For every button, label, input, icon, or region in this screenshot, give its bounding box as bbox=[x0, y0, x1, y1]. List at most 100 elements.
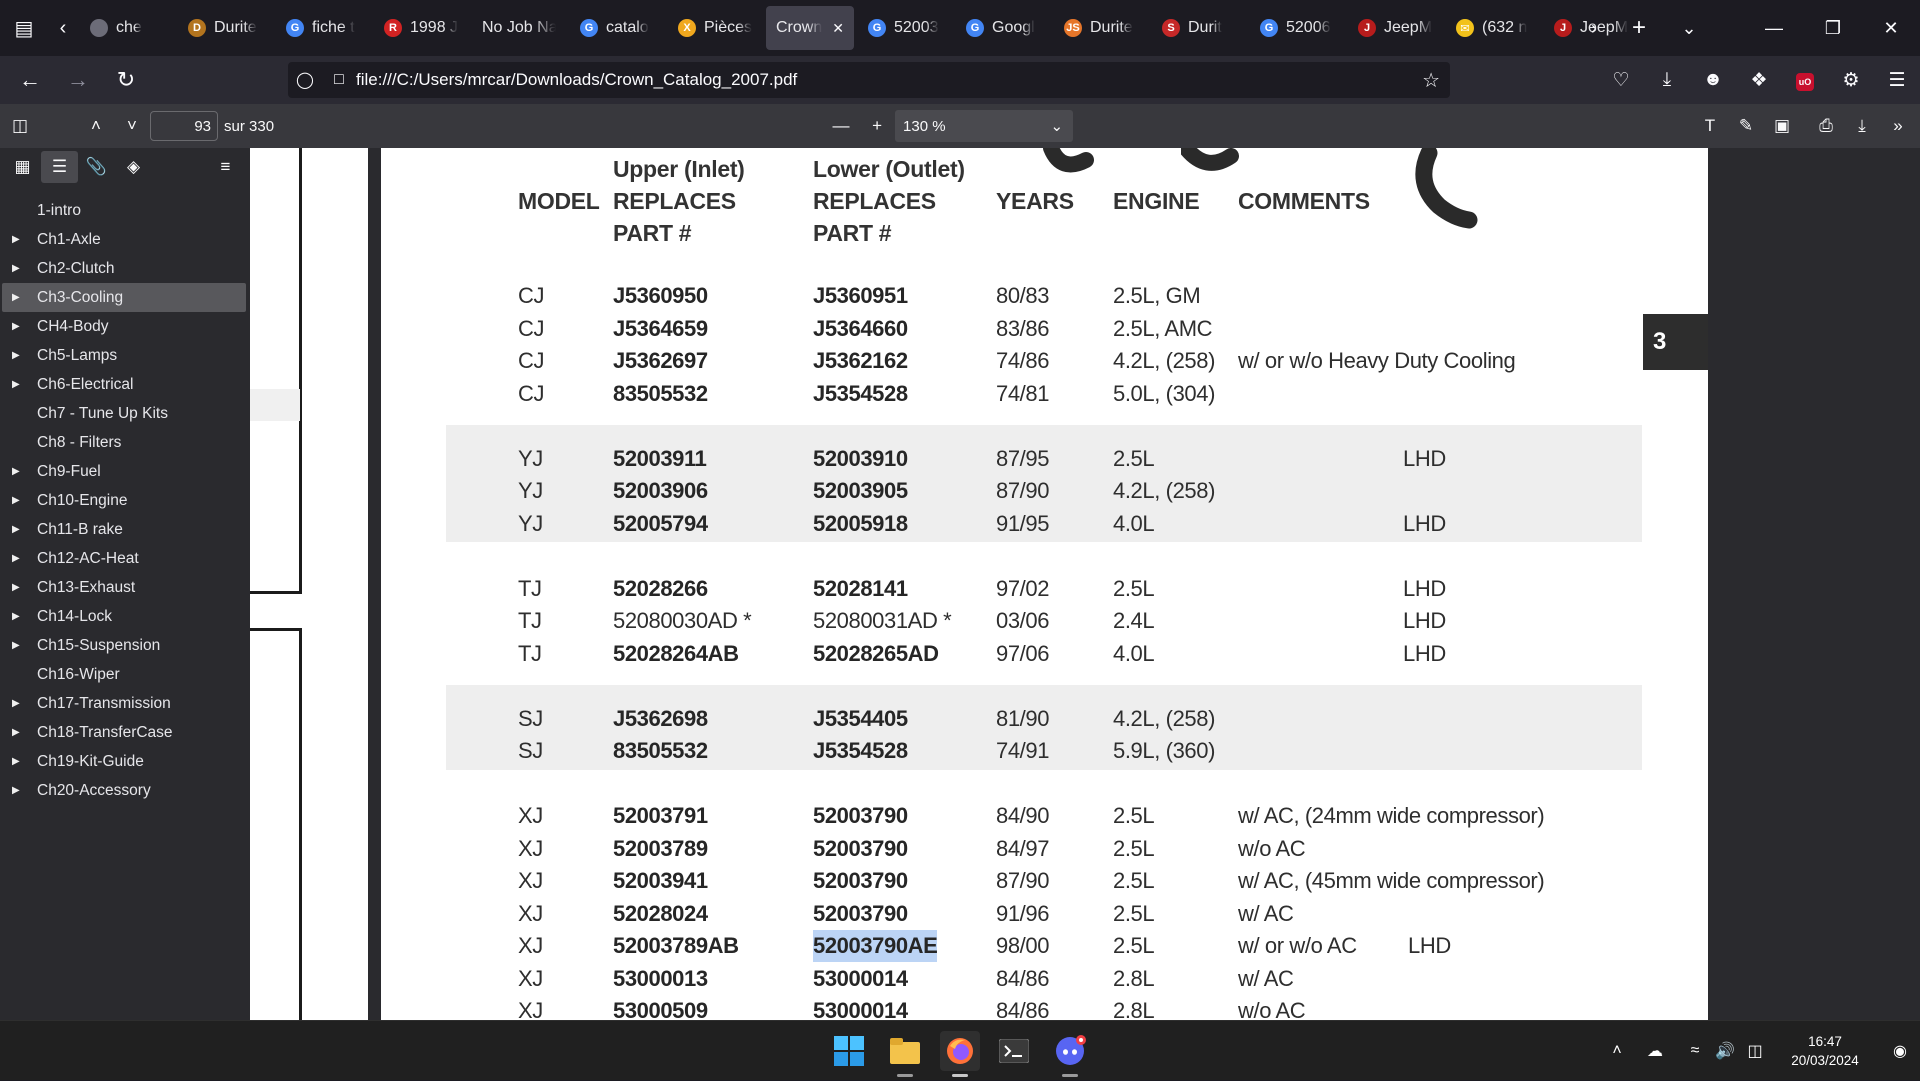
clock[interactable]: 16:47 20/03/2024 bbox=[1770, 1032, 1880, 1070]
outline-item[interactable]: Ch7 - Tune Up Kits bbox=[2, 399, 246, 428]
new-tab-button[interactable]: + bbox=[1614, 0, 1664, 56]
scroll-tabs-left-icon[interactable]: ‹ bbox=[48, 4, 78, 52]
tab-list-icon[interactable]: ▤ bbox=[0, 4, 48, 52]
outline-item[interactable]: ▶ Ch5-Lamps bbox=[2, 341, 246, 370]
browser-tab[interactable]: D Durite bbox=[178, 6, 272, 50]
outline-item[interactable]: ▶ Ch3-Cooling bbox=[2, 283, 246, 312]
layers-icon[interactable]: ◈ bbox=[115, 151, 152, 183]
outline-item[interactable]: Ch8 - Filters bbox=[2, 428, 246, 457]
onedrive-icon[interactable]: ☁ bbox=[1640, 1041, 1670, 1061]
expand-triangle-icon[interactable]: ▶ bbox=[12, 718, 20, 747]
more-tools-icon[interactable]: » bbox=[1880, 110, 1916, 142]
expand-triangle-icon[interactable]: ▶ bbox=[12, 370, 20, 399]
zoom-out-icon[interactable]: — bbox=[823, 110, 859, 142]
expand-triangle-icon[interactable]: ▶ bbox=[12, 312, 20, 341]
expand-triangle-icon[interactable]: ▶ bbox=[12, 747, 20, 776]
expand-triangle-icon[interactable]: ▶ bbox=[12, 341, 20, 370]
expand-triangle-icon[interactable]: ▶ bbox=[12, 631, 20, 660]
outline-item[interactable]: ▶ Ch10-Engine bbox=[2, 486, 246, 515]
expand-triangle-icon[interactable]: ▶ bbox=[12, 225, 20, 254]
outline-item[interactable]: ▶ Ch6-Electrical bbox=[2, 370, 246, 399]
outline-item[interactable]: ▶ Ch11-B rake bbox=[2, 515, 246, 544]
reload-button[interactable]: ↻ bbox=[106, 62, 146, 98]
expand-triangle-icon[interactable]: ▶ bbox=[12, 776, 20, 805]
outline-item[interactable]: ▶ Ch17-Transmission bbox=[2, 689, 246, 718]
outline-item[interactable]: ▶ Ch9-Fuel bbox=[2, 457, 246, 486]
chevron-up-icon[interactable]: ˄ bbox=[1602, 1042, 1632, 1060]
ublock-icon[interactable]: uO bbox=[1782, 69, 1828, 91]
attachments-icon[interactable]: 📎 bbox=[78, 151, 115, 183]
close-window-button[interactable]: ✕ bbox=[1862, 0, 1920, 56]
browser-tab[interactable]: R 1998 J bbox=[374, 6, 468, 50]
browser-tab[interactable]: G 52003 bbox=[858, 6, 952, 50]
browser-tab[interactable]: che bbox=[80, 6, 174, 50]
outline-item[interactable]: ▶ Ch15-Suspension bbox=[2, 631, 246, 660]
text-tool-icon[interactable]: T bbox=[1692, 110, 1728, 142]
forward-button[interactable]: → bbox=[58, 62, 98, 98]
browser-tab[interactable]: S Durit bbox=[1152, 6, 1246, 50]
minimize-button[interactable]: — bbox=[1744, 0, 1804, 56]
outline-item[interactable]: ▶ Ch12-AC-Heat bbox=[2, 544, 246, 573]
account-icon[interactable]: ☻ bbox=[1690, 69, 1736, 91]
outline-item[interactable]: ▶ Ch18-TransferCase bbox=[2, 718, 246, 747]
firefox-icon[interactable] bbox=[940, 1031, 980, 1077]
outline-item[interactable]: ▶ Ch13-Exhaust bbox=[2, 573, 246, 602]
notification-bell-icon[interactable]: ◉ bbox=[1880, 1041, 1920, 1061]
browser-tab[interactable]: No Job Na bbox=[472, 6, 566, 50]
pdf-viewer[interactable]: 3 MODEL Upper (Inlet) REPLACES PART # Lo… bbox=[250, 148, 1920, 1020]
outline-item[interactable]: ▶ Ch14-Lock bbox=[2, 602, 246, 631]
browser-tab[interactable]: JS Durite bbox=[1054, 6, 1148, 50]
back-button[interactable]: ← bbox=[10, 62, 50, 98]
print-icon[interactable]: ⎙ bbox=[1808, 110, 1844, 142]
volume-icon[interactable]: 🔊 bbox=[1710, 1041, 1740, 1061]
zoom-in-icon[interactable]: + bbox=[859, 110, 895, 142]
address-bar[interactable]: ◯ □ file:///C:/Users/mrcar/Downloads/Cro… bbox=[288, 62, 1450, 98]
expand-triangle-icon[interactable]: ▶ bbox=[12, 544, 20, 573]
battery-icon[interactable]: ◫ bbox=[1740, 1041, 1770, 1061]
outline-item[interactable]: 1-intro bbox=[2, 196, 246, 225]
outline-item[interactable]: ▶ Ch20-Accessory bbox=[2, 776, 246, 805]
extensions-icon[interactable]: ❖ bbox=[1736, 69, 1782, 92]
url-text[interactable]: file:///C:/Users/mrcar/Downloads/Crown_C… bbox=[356, 70, 797, 90]
browser-tab[interactable]: J JeepM bbox=[1348, 6, 1442, 50]
zoom-select[interactable]: 130 % ⌄ bbox=[895, 110, 1074, 142]
close-tab-icon[interactable]: ✕ bbox=[832, 20, 844, 37]
tracking-protection-icon[interactable]: ◯ bbox=[288, 70, 322, 90]
browser-tab[interactable]: Gfiche t bbox=[276, 6, 370, 50]
expand-triangle-icon[interactable]: ▶ bbox=[12, 486, 20, 515]
image-tool-icon[interactable]: ▣ bbox=[1764, 110, 1800, 142]
outline-item[interactable]: Ch16-Wiper bbox=[2, 660, 246, 689]
scroll-tabs-right-icon[interactable]: › bbox=[1574, 0, 1614, 56]
outline-icon[interactable]: ☰ bbox=[41, 151, 78, 183]
expand-triangle-icon[interactable]: ▶ bbox=[12, 457, 20, 486]
browser-tab[interactable]: Gcatalo bbox=[570, 6, 664, 50]
wifi-icon[interactable]: ≈ bbox=[1680, 1042, 1710, 1060]
expand-triangle-icon[interactable]: ▶ bbox=[12, 254, 20, 283]
browser-tab[interactable]: G 52006 bbox=[1250, 6, 1344, 50]
draw-tool-icon[interactable]: ✎ bbox=[1728, 110, 1764, 142]
page-number-input[interactable] bbox=[150, 111, 218, 141]
discord-icon[interactable] bbox=[1050, 1031, 1090, 1077]
browser-tab[interactable]: ✉ (632 n bbox=[1446, 6, 1540, 50]
start-icon[interactable] bbox=[829, 1031, 869, 1071]
list-all-tabs-icon[interactable]: ⌄ bbox=[1664, 0, 1714, 56]
restore-button[interactable]: ❐ bbox=[1804, 0, 1862, 56]
browser-tab[interactable]: Crown ✕ bbox=[766, 6, 854, 50]
file-explorer-icon[interactable] bbox=[885, 1031, 925, 1077]
downloads-icon[interactable]: ⤓ bbox=[1644, 69, 1690, 91]
expand-triangle-icon[interactable]: ▶ bbox=[12, 283, 20, 312]
terminal-icon[interactable] bbox=[994, 1031, 1034, 1071]
app-menu-icon[interactable]: ☰ bbox=[1874, 69, 1920, 92]
expand-triangle-icon[interactable]: ▶ bbox=[12, 573, 20, 602]
outline-item[interactable]: ▶ Ch1-Axle bbox=[2, 225, 246, 254]
save-icon[interactable]: ⤓ bbox=[1844, 110, 1880, 142]
expand-triangle-icon[interactable]: ▶ bbox=[12, 602, 20, 631]
extension-icon[interactable]: ⚙ bbox=[1828, 69, 1874, 92]
expand-triangle-icon[interactable]: ▶ bbox=[12, 689, 20, 718]
previous-page-icon[interactable]: ˄ bbox=[78, 110, 114, 142]
next-page-icon[interactable]: ˅ bbox=[114, 110, 150, 142]
sidebar-toggle-icon[interactable]: ◫ bbox=[2, 110, 38, 142]
bookmark-star-icon[interactable]: ☆ bbox=[1422, 68, 1440, 93]
outline-item[interactable]: ▶ Ch2-Clutch bbox=[2, 254, 246, 283]
current-outline-item-icon[interactable]: ≡ bbox=[207, 151, 244, 183]
